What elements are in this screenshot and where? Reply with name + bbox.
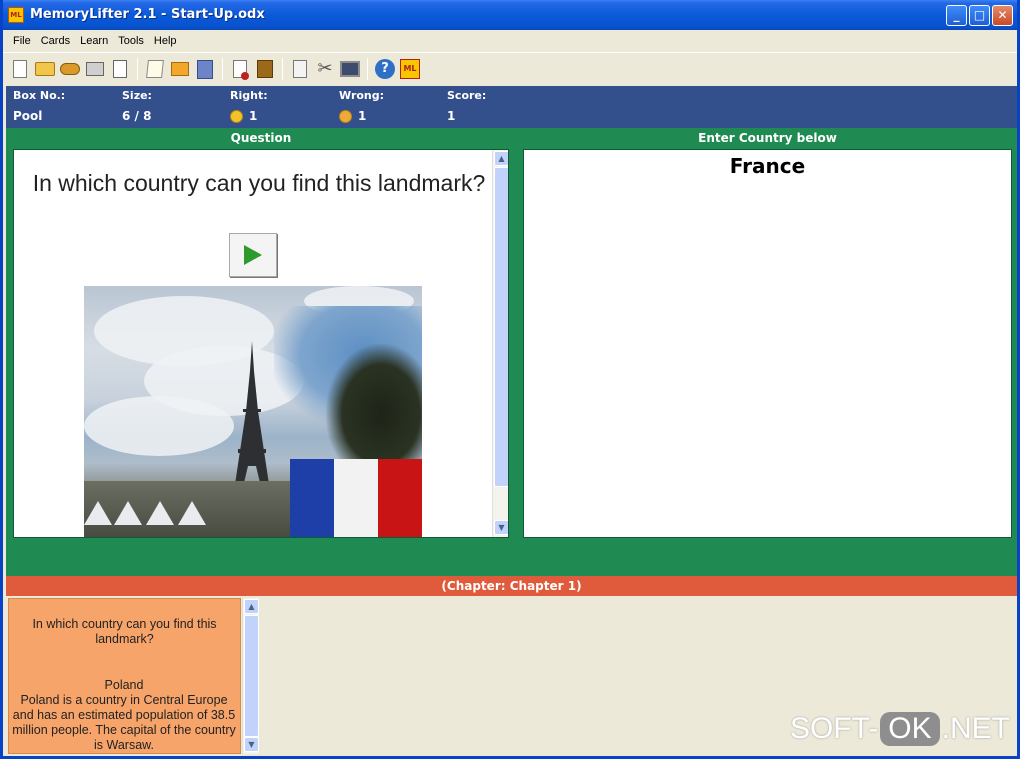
tools-icon[interactable]: ✂ <box>314 58 336 80</box>
watermark: SOFT- OK .NET <box>790 712 1010 746</box>
toolbar-separator <box>222 58 223 80</box>
stat-right: Right: 1 <box>230 89 268 123</box>
toolbar: ✂ ? ML <box>3 52 1017 85</box>
help-icon[interactable]: ? <box>374 58 396 80</box>
stat-label: Score: <box>447 89 487 102</box>
save-icon[interactable] <box>59 58 81 80</box>
menu-help[interactable]: Help <box>149 35 182 47</box>
scroll-thumb[interactable] <box>494 167 508 487</box>
box-icon[interactable] <box>254 58 276 80</box>
print-icon[interactable] <box>84 58 106 80</box>
menu-file[interactable]: File <box>8 35 36 47</box>
stat-label: Size: <box>122 89 152 102</box>
question-pane: In which country can you find this landm… <box>13 149 509 538</box>
chapter-bar: (Chapter: Chapter 1) <box>6 576 1017 596</box>
stat-value: Pool <box>13 109 43 123</box>
eiffel-tower-graphic <box>234 341 270 491</box>
flag-stripe <box>378 459 422 537</box>
app-logo-icon: ML <box>8 7 24 23</box>
print-preview-icon[interactable] <box>109 58 131 80</box>
menu-cards[interactable]: Cards <box>36 35 75 47</box>
answer-input-pane[interactable]: France <box>523 149 1012 538</box>
scroll-down-button[interactable]: ▼ <box>494 520 508 535</box>
toolbar-separator <box>137 58 138 80</box>
memorylifter-icon[interactable]: ML <box>399 58 421 80</box>
stat-label: Right: <box>230 89 268 102</box>
toolbar-separator <box>282 58 283 80</box>
answer-pane-title: Enter Country below <box>698 131 837 145</box>
question-scrollbar[interactable]: ▲ ▼ <box>492 150 508 537</box>
landmark-image <box>84 286 422 537</box>
maximize-button[interactable]: □ <box>969 5 990 26</box>
minimize-button[interactable]: _ <box>946 5 967 26</box>
preview-question-text: In which country can you find this landm… <box>32 617 217 646</box>
scroll-up-button[interactable]: ▲ <box>244 599 259 614</box>
stat-score: Score: 1 <box>447 89 486 123</box>
question-pane-title: Question <box>230 131 292 145</box>
edit-icon[interactable] <box>144 58 166 80</box>
stat-value: 1 <box>447 109 456 123</box>
flag-stripe <box>290 459 334 537</box>
close-button[interactable]: ✕ <box>992 5 1013 26</box>
watermark-text: OK <box>880 712 940 746</box>
learning-stats-bar: Box No.: Pool Size: 6 / 8 Right: 1 Wrong… <box>6 86 1017 128</box>
sad-smiley-icon <box>339 109 352 123</box>
open-folder-icon[interactable] <box>34 58 56 80</box>
scroll-up-button[interactable]: ▲ <box>494 151 508 166</box>
preview-answer-title: Poland <box>104 678 144 692</box>
document-icon[interactable] <box>289 58 311 80</box>
title-bar[interactable]: ML MemoryLifter 2.1 - Start-Up.odx _ □ ✕ <box>3 0 1017 30</box>
toolbar-separator <box>367 58 368 80</box>
stat-size: Size: 6 / 8 <box>122 89 152 123</box>
scroll-down-button[interactable]: ▼ <box>244 737 259 752</box>
french-flag-graphic <box>290 459 422 537</box>
stat-value: 1 <box>230 109 268 123</box>
stat-value: 6 / 8 <box>122 109 152 123</box>
answer-input[interactable]: France <box>524 154 1011 178</box>
watermark-text: SOFT- <box>789 712 879 745</box>
stat-label: Box No.: <box>13 89 66 102</box>
preview-scrollbar[interactable]: ▲ ▼ <box>242 598 259 754</box>
new-file-icon[interactable] <box>9 58 31 80</box>
happy-smiley-icon <box>230 109 243 123</box>
preview-answer: Poland Poland is a country in Central Eu… <box>11 678 237 753</box>
menu-bar: File Cards Learn Tools Help <box>3 30 1017 52</box>
learning-area: Question Enter Country below In which co… <box>6 128 1017 576</box>
watermark-text: .NET <box>941 712 1010 745</box>
stat-box-no: Box No.: Pool <box>13 89 65 123</box>
folder-icon[interactable] <box>169 58 191 80</box>
play-icon <box>244 245 262 265</box>
stat-label: Wrong: <box>339 89 385 102</box>
play-audio-button[interactable] <box>229 233 277 277</box>
menu-learn[interactable]: Learn <box>75 35 113 47</box>
flag-stripe <box>334 459 378 537</box>
stat-wrong: Wrong: 1 <box>339 89 384 123</box>
preview-answer-text: Poland is a country in Central Europe an… <box>12 693 236 752</box>
monitor-icon[interactable] <box>339 58 361 80</box>
scroll-thumb[interactable] <box>244 615 259 737</box>
previous-card-preview: In which country can you find this landm… <box>8 598 241 754</box>
stat-value: 1 <box>339 109 384 123</box>
book-icon[interactable] <box>194 58 216 80</box>
question-text: In which country can you find this landm… <box>32 170 486 196</box>
app-window: ML MemoryLifter 2.1 - Start-Up.odx _ □ ✕… <box>0 0 1020 759</box>
window-title: MemoryLifter 2.1 - Start-Up.odx <box>30 7 265 22</box>
menu-tools[interactable]: Tools <box>113 35 149 47</box>
card-icon[interactable] <box>229 58 251 80</box>
